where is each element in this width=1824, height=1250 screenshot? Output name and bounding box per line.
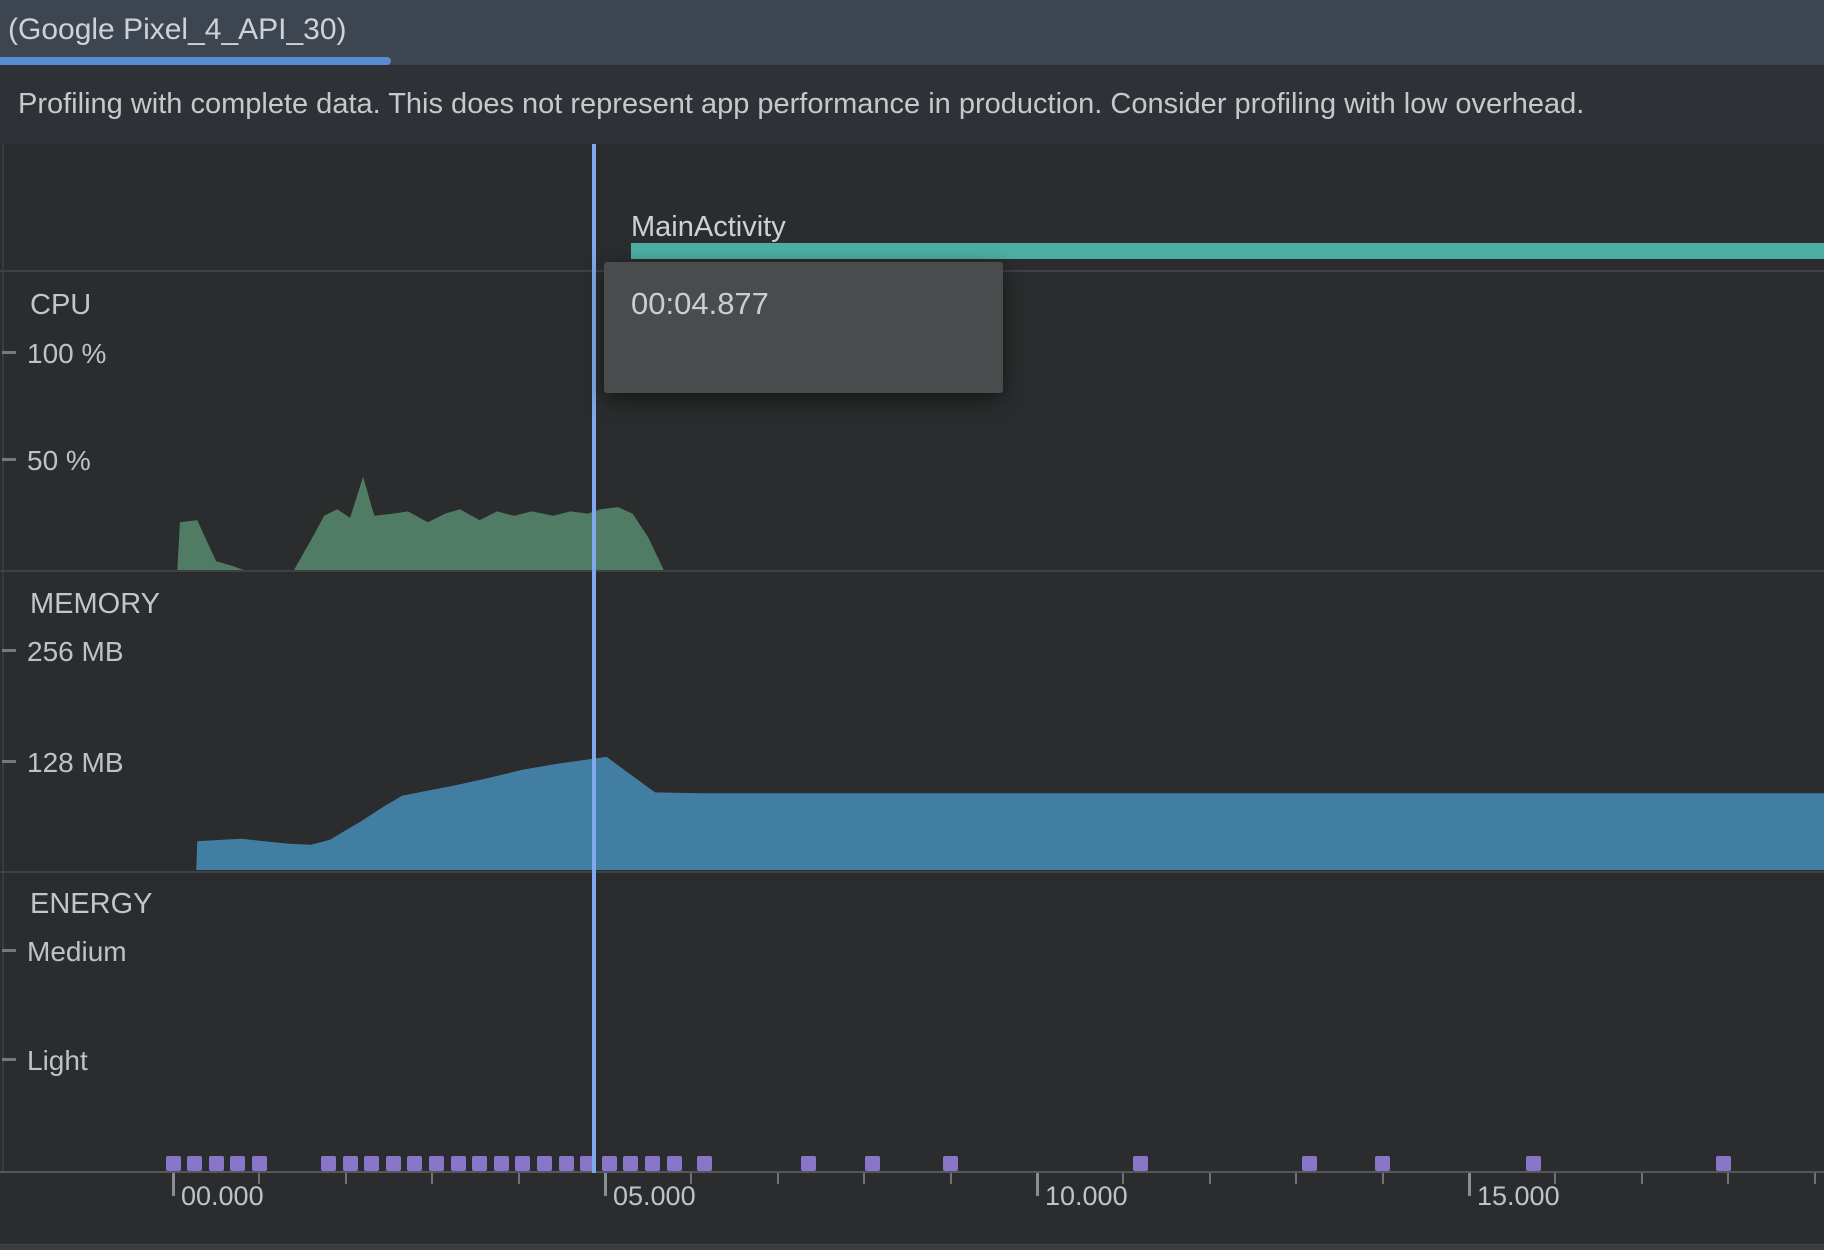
time-axis-major-tick <box>172 1173 175 1196</box>
energy-event-marker[interactable] <box>230 1156 245 1171</box>
time-axis-line <box>0 1171 1824 1173</box>
memory-usage-chart[interactable] <box>0 570 1824 872</box>
energy-event-marker[interactable] <box>209 1156 224 1171</box>
horizontal-scrollbar-track[interactable] <box>0 1214 1824 1240</box>
profiling-warning-text: Profiling with complete data. This does … <box>18 65 1584 144</box>
time-tooltip-value: 00:04.877 <box>631 286 769 322</box>
memory-tick-dash <box>2 649 16 652</box>
cpu-tick-label-50: 50 % <box>27 445 91 477</box>
energy-event-marker[interactable] <box>494 1156 509 1171</box>
time-axis-minor-tick <box>1382 1173 1384 1184</box>
time-axis-major-tick <box>604 1173 607 1196</box>
energy-event-marker[interactable] <box>451 1156 466 1171</box>
energy-event-marker[interactable] <box>364 1156 379 1171</box>
time-tooltip: 00:04.877 <box>604 262 1003 393</box>
time-axis-minor-tick <box>1727 1173 1729 1184</box>
memory-area-series <box>196 757 1824 870</box>
time-axis-minor-tick <box>1641 1173 1643 1184</box>
energy-event-marker[interactable] <box>801 1156 816 1171</box>
activity-name-label: MainActivity <box>631 211 786 244</box>
time-axis-minor-tick <box>431 1173 433 1184</box>
energy-event-marker[interactable] <box>1133 1156 1148 1171</box>
energy-event-marker[interactable] <box>559 1156 574 1171</box>
energy-event-marker[interactable] <box>623 1156 638 1171</box>
energy-section-title: ENERGY <box>30 888 152 921</box>
energy-event-marker[interactable] <box>187 1156 202 1171</box>
energy-event-marker[interactable] <box>166 1156 181 1171</box>
time-axis-minor-tick <box>1122 1173 1124 1184</box>
energy-event-marker[interactable] <box>943 1156 958 1171</box>
energy-event-marker[interactable] <box>645 1156 660 1171</box>
cpu-tick-label-100: 100 % <box>27 338 106 370</box>
memory-tick-dash <box>2 760 16 763</box>
cpu-area-series <box>177 477 664 570</box>
profiler-window: (Google Pixel_4_API_30) Profiling with c… <box>0 0 1824 1250</box>
panel-bottom-strip <box>0 1244 1824 1250</box>
energy-tick-label-light: Light <box>27 1045 88 1077</box>
time-axis-minor-tick <box>1814 1173 1816 1184</box>
energy-event-marker[interactable] <box>697 1156 712 1171</box>
time-axis-minor-tick <box>950 1173 952 1184</box>
time-axis-label: 00.000 <box>181 1181 264 1212</box>
memory-tick-label-128: 128 MB <box>27 747 124 779</box>
energy-tick-dash <box>2 1058 16 1061</box>
energy-event-marker[interactable] <box>252 1156 267 1171</box>
time-axis-minor-tick <box>863 1173 865 1184</box>
energy-event-marker[interactable] <box>1375 1156 1390 1171</box>
time-axis-label: 15.000 <box>1477 1181 1560 1212</box>
energy-event-marker[interactable] <box>602 1156 617 1171</box>
energy-event-marker[interactable] <box>865 1156 880 1171</box>
energy-event-marker[interactable] <box>1302 1156 1317 1171</box>
activity-span-bar[interactable] <box>631 243 1824 259</box>
time-axis-minor-tick <box>690 1173 692 1184</box>
energy-tick-dash <box>2 949 16 952</box>
time-axis-minor-tick <box>1209 1173 1211 1184</box>
session-tab-active-underline <box>0 57 391 65</box>
session-tab[interactable]: (Google Pixel_4_API_30) <box>8 13 347 47</box>
time-axis-label: 10.000 <box>1045 1181 1128 1212</box>
session-tab-strip: (Google Pixel_4_API_30) <box>0 0 1824 65</box>
time-axis-major-tick <box>1468 1173 1471 1196</box>
time-axis-minor-tick <box>1295 1173 1297 1184</box>
energy-event-marker[interactable] <box>515 1156 530 1171</box>
memory-section-title: MEMORY <box>30 588 160 621</box>
timeline-cursor[interactable] <box>592 144 596 1173</box>
cpu-section-title: CPU <box>30 289 91 322</box>
time-axis-label: 05.000 <box>613 1181 696 1212</box>
energy-tick-label-medium: Medium <box>27 936 127 968</box>
energy-event-marker[interactable] <box>537 1156 552 1171</box>
energy-event-marker[interactable] <box>667 1156 682 1171</box>
energy-event-marker[interactable] <box>1716 1156 1731 1171</box>
energy-event-marker[interactable] <box>429 1156 444 1171</box>
time-axis-minor-tick <box>345 1173 347 1184</box>
time-axis-minor-tick <box>777 1173 779 1184</box>
energy-event-marker[interactable] <box>343 1156 358 1171</box>
time-axis-minor-tick <box>518 1173 520 1184</box>
memory-tick-label-256: 256 MB <box>27 636 124 668</box>
energy-event-marker[interactable] <box>1526 1156 1541 1171</box>
time-axis-minor-tick <box>258 1173 260 1184</box>
energy-event-marker[interactable] <box>472 1156 487 1171</box>
time-axis-major-tick <box>1036 1173 1039 1196</box>
cpu-tick-dash <box>2 351 16 354</box>
cpu-tick-dash <box>2 458 16 461</box>
time-axis-minor-tick <box>1554 1173 1556 1184</box>
energy-event-marker[interactable] <box>321 1156 336 1171</box>
energy-event-marker[interactable] <box>407 1156 422 1171</box>
energy-event-marker[interactable] <box>386 1156 401 1171</box>
profiling-warning-banner: Profiling with complete data. This does … <box>0 65 1824 144</box>
